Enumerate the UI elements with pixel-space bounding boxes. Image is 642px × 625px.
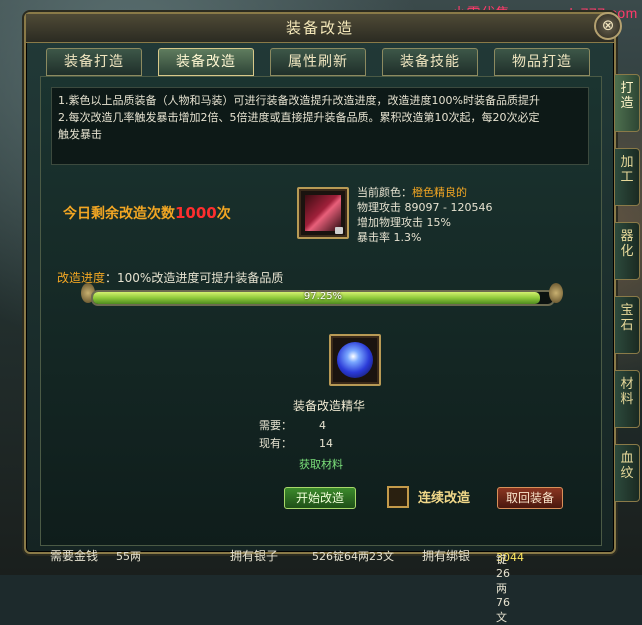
progress-text: 97.25% <box>303 291 343 302</box>
notice-line: 触发暴击 <box>58 128 102 141</box>
silver-value: 526锭64两23文 <box>312 550 394 563</box>
side-tab-forge[interactable]: 打造 <box>614 74 640 132</box>
side-tab-label: 器化 <box>620 229 634 259</box>
tab-equipment-skill[interactable]: 装备技能 <box>382 48 478 76</box>
notice-line: 2.每次改造几率触发暴击增加2倍、5倍进度或直接提升装备品质。累积改造第10次起… <box>58 111 540 124</box>
continuous-modify-checkbox[interactable] <box>387 486 409 508</box>
side-tab-refine[interactable]: 器化 <box>614 222 640 280</box>
currency-footer: 需要金钱 55两 拥有银子 526锭64两23文 拥有绑银 3044 锭26两76… <box>40 544 600 624</box>
sword-icon <box>305 195 341 231</box>
equipment-modify-window: 装备改造 ⊗ 装备打造 装备改造 属性刷新 装备技能 物品打造 1.紫色以上品质… <box>24 12 622 624</box>
cost-value: 55两 <box>116 550 141 563</box>
tab-attribute-refresh[interactable]: 属性刷新 <box>270 48 366 76</box>
material-name: 装备改造精华 <box>293 399 366 413</box>
remaining-count-prefix: 今日剩余改造次数 <box>63 206 175 222</box>
have-value: 14 <box>319 437 333 450</box>
progress-bar: 97.25% <box>91 290 555 306</box>
side-tab-bloodline[interactable]: 血纹 <box>614 444 640 502</box>
close-icon[interactable]: ⊗ <box>594 12 622 40</box>
stat-crit-rate: 暴击率 1.3% <box>357 231 422 244</box>
main-panel: 1.紫色以上品质装备（人物和马装）可进行装备改造提升改造进度，改造进度100%时… <box>40 76 602 546</box>
quality-label: 当前颜色： <box>357 186 412 199</box>
notice-line: 1.紫色以上品质装备（人物和马装）可进行装备改造提升改造进度，改造进度100%时… <box>58 94 540 107</box>
start-modify-button[interactable]: 开始改造 <box>284 487 356 509</box>
material-slot[interactable] <box>329 334 381 386</box>
lock-icon <box>335 227 343 234</box>
need-value: 4 <box>319 419 326 432</box>
side-tab-label: 加工 <box>620 155 634 185</box>
remaining-count: 今日剩余改造次数1000次 <box>63 203 231 223</box>
equipment-slot[interactable] <box>297 187 349 239</box>
rules-notice: 1.紫色以上品质装备（人物和马装）可进行装备改造提升改造进度，改造进度100%时… <box>51 87 589 165</box>
stat-physical-attack: 物理攻击 89097 - 120546 <box>357 201 493 214</box>
remaining-count-value: 1000 <box>175 204 217 222</box>
side-tab-label: 材料 <box>620 377 634 407</box>
side-tab-material[interactable]: 材料 <box>614 370 640 428</box>
tab-item-forge[interactable]: 物品打造 <box>494 48 590 76</box>
side-tab-label: 血纹 <box>620 451 634 481</box>
stat-attack-bonus: 增加物理攻击 15% <box>357 216 451 229</box>
continuous-modify-label: 连续改造 <box>418 491 471 506</box>
side-tab-label: 宝石 <box>620 303 634 333</box>
cost-label: 需要金钱 <box>50 549 99 563</box>
bound-silver-label: 拥有绑银 <box>422 549 471 563</box>
silver-label: 拥有银子 <box>230 549 279 563</box>
need-label: 需要： <box>259 419 292 432</box>
progress-cap-right <box>549 283 563 303</box>
progress-label-text: ：100%改造进度可提升装备品质 <box>105 271 284 285</box>
side-tab-label: 打造 <box>620 81 634 111</box>
equipment-stats: 当前颜色：橙色精良的 物理攻击 89097 - 120546 增加物理攻击 15… <box>357 185 492 245</box>
blue-orb-icon <box>337 342 373 378</box>
retrieve-equipment-button[interactable]: 取回装备 <box>497 487 563 509</box>
window-title: 装备改造 <box>26 14 614 43</box>
progress-label-prefix: 改造进度 <box>57 271 106 285</box>
side-tab-gem[interactable]: 宝石 <box>614 296 640 354</box>
tab-modify[interactable]: 装备改造 <box>158 48 254 76</box>
get-material-link[interactable]: 获取材料 <box>299 456 343 472</box>
material-requirements: 需要： 4 现有： 14 <box>259 417 333 453</box>
quality-value: 橙色精良的 <box>412 186 467 199</box>
tab-forge[interactable]: 装备打造 <box>46 48 142 76</box>
bound-silver-rest: 锭26两76文 <box>496 553 510 624</box>
have-label: 现有： <box>259 437 292 450</box>
side-tab-process[interactable]: 加工 <box>614 148 640 206</box>
remaining-count-suffix: 次 <box>216 206 231 222</box>
